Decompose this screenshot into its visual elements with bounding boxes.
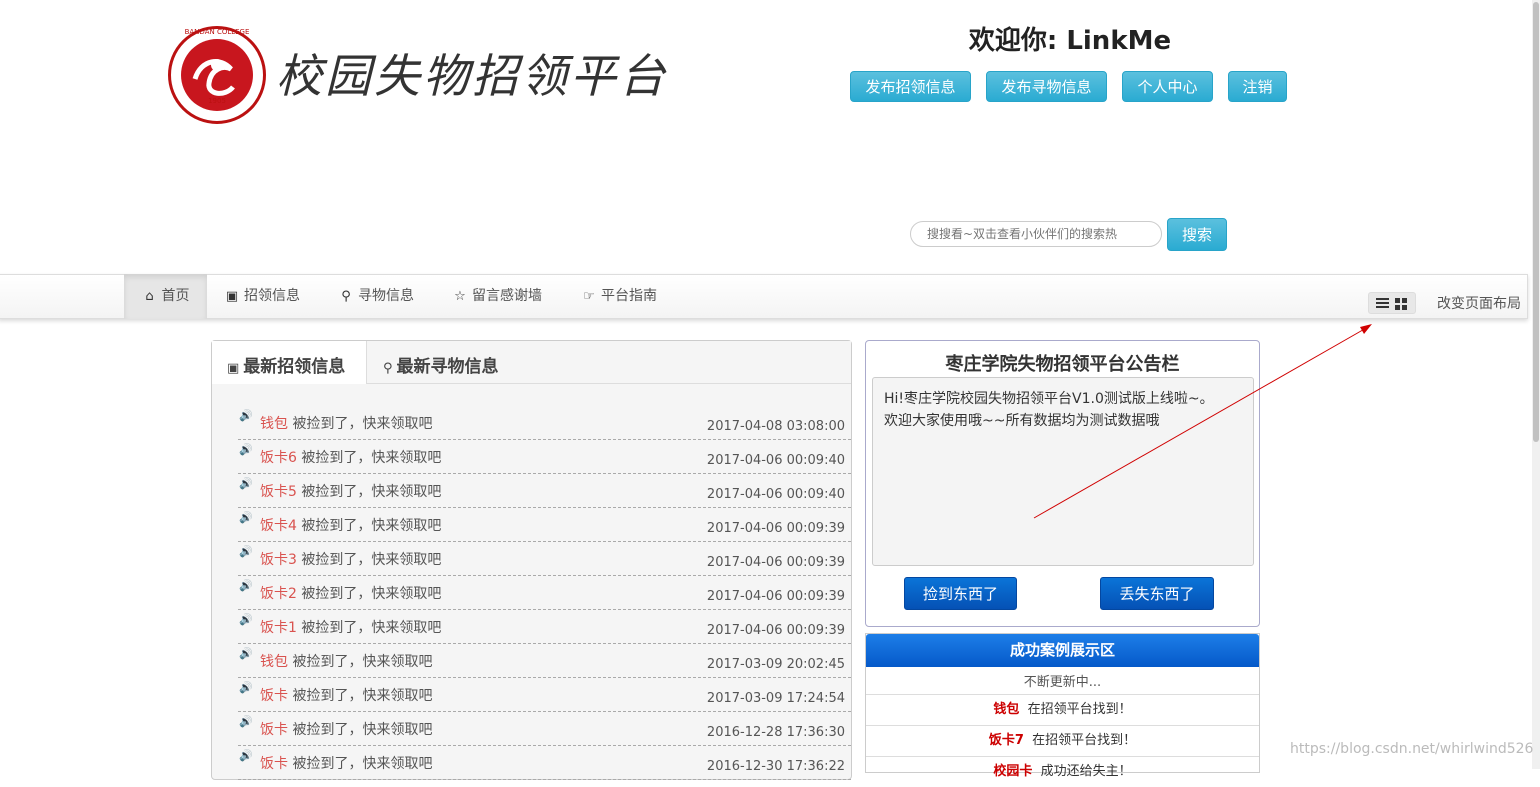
item-name-link[interactable]: 钱包 — [260, 416, 288, 432]
item-status-text: 被捡到了，快来领取吧 — [292, 654, 433, 670]
site-title: 校园失物招领平台 — [276, 49, 668, 103]
feed-row[interactable]: 🔊 饭卡2 被捡到了，快来领取吧 2017-04-06 00:09:39 — [238, 576, 851, 610]
case-item-name[interactable]: 校园卡 — [993, 764, 1032, 779]
item-status-text: 被捡到了，快来领取吧 — [292, 756, 433, 772]
item-time: 2017-04-06 00:09:39 — [706, 623, 845, 638]
item-status-text: 被捡到了，快来领取吧 — [301, 518, 442, 534]
nav-thanks-wall[interactable]: ☆ 留言感谢墙 — [452, 274, 542, 319]
item-name-link[interactable]: 饭卡 — [260, 722, 288, 738]
item-name-link[interactable]: 饭卡5 — [260, 484, 297, 500]
case-row: 钱包 在招领平台找到！ — [866, 694, 1259, 725]
item-time: 2016-12-30 17:36:22 — [706, 759, 845, 774]
item-name-link[interactable]: 饭卡4 — [260, 518, 297, 534]
nav-lost-info[interactable]: ⚲ 寻物信息 — [338, 274, 414, 319]
college-logo: BANDAN COLLEGE 1905 — [168, 26, 266, 124]
success-cases-subtitle: 不断更新中... — [1023, 675, 1102, 690]
item-name-link[interactable]: 饭卡1 — [260, 620, 297, 636]
item-status-text: 被捡到了，快来领取吧 — [301, 586, 442, 602]
tab-latest-lost[interactable]: ⚲ 最新寻物信息 — [383, 352, 499, 377]
case-item-name[interactable]: 钱包 — [993, 702, 1019, 717]
logo-year: 1905 — [208, 97, 226, 105]
item-time: 2017-04-06 00:09:40 — [706, 453, 845, 468]
item-status-text: 被捡到了，快来领取吧 — [301, 484, 442, 500]
welcome-text: 欢迎你: LinkMe — [968, 26, 1172, 56]
nav-guide[interactable]: ☞ 平台指南 — [581, 274, 657, 319]
speaker-icon: 🔊 — [239, 477, 253, 490]
case-item-text: 在招领平台找到！ — [1027, 702, 1132, 717]
case-item-text: 在招领平台找到！ — [1032, 733, 1137, 748]
nav-home[interactable]: ⌂ 首页 — [124, 274, 207, 319]
star-icon: ☆ — [454, 289, 466, 304]
speaker-icon: 🔊 — [239, 443, 253, 456]
annotation-arrow — [1033, 324, 1372, 519]
feed-row[interactable]: 🔊 钱包 被捡到了，快来领取吧 2017-03-09 20:02:45 — [238, 644, 851, 678]
feed-row[interactable]: 🔊 饭卡 被捡到了，快来领取吧 2016-12-30 17:36:22 — [238, 746, 851, 780]
post-found-button[interactable]: 发布招领信息 — [850, 71, 971, 102]
item-status-text: 被捡到了，快来领取吧 — [301, 552, 442, 568]
tab-latest-found-label[interactable]: ▣ 最新招领信息 — [227, 352, 345, 377]
item-time: 2017-03-09 17:24:54 — [706, 691, 845, 706]
item-time: 2016-12-28 17:36:30 — [706, 725, 845, 740]
hand-right-icon: ☞ — [583, 289, 595, 304]
feed-row[interactable]: 🔊 饭卡3 被捡到了，快来领取吧 2017-04-06 00:09:39 — [238, 542, 851, 576]
post-lost-button[interactable]: 发布寻物信息 — [986, 71, 1107, 102]
item-name-link[interactable]: 饭卡 — [260, 688, 288, 704]
speaker-icon: 🔊 — [239, 715, 253, 728]
item-name-link[interactable]: 饭卡2 — [260, 586, 297, 602]
item-time: 2017-04-06 00:09:39 — [706, 589, 845, 604]
lost-item-button[interactable]: 丢失东西了 — [1100, 577, 1214, 610]
case-row: 饭卡7 在招领平台找到！ — [866, 725, 1259, 756]
success-cases-title: 成功案例展示区 — [866, 634, 1259, 667]
case-item-text: 成功还给失主！ — [1040, 764, 1132, 779]
search-input[interactable] — [910, 221, 1162, 247]
logo-ring-text: BANDAN COLLEGE — [184, 28, 250, 36]
nav-found-info[interactable]: ▣ 招领信息 — [224, 274, 300, 319]
speaker-icon: 🔊 — [239, 579, 253, 592]
speaker-icon: 🔊 — [239, 647, 253, 660]
item-name-link[interactable]: 饭卡3 — [260, 552, 297, 568]
case-item-name[interactable]: 饭卡7 — [989, 733, 1024, 748]
item-time: 2017-04-08 03:08:00 — [706, 419, 845, 434]
zoom-icon: ⚲ — [383, 361, 393, 376]
feed-row[interactable]: 🔊 饭卡 被捡到了，快来领取吧 2016-12-28 17:36:30 — [238, 712, 851, 746]
speaker-icon: 🔊 — [239, 749, 253, 762]
item-time: 2017-04-06 00:09:39 — [706, 521, 845, 536]
speaker-icon: 🔊 — [239, 681, 253, 694]
scrollbar-thumb[interactable] — [1533, 2, 1539, 442]
zoom-icon: ⚲ — [341, 289, 351, 304]
home-icon: ⌂ — [145, 289, 154, 304]
item-status-text: 被捡到了，快来领取吧 — [301, 620, 442, 636]
item-status-text: 被捡到了，快来领取吧 — [292, 722, 433, 738]
list-grid-icon — [1376, 298, 1407, 310]
item-name-link[interactable]: 饭卡 — [260, 756, 288, 772]
speaker-icon: 🔊 — [239, 545, 253, 558]
speaker-icon: 🔊 — [239, 613, 253, 626]
feed-row[interactable]: 🔊 饭卡4 被捡到了，快来领取吧 2017-04-06 00:09:39 — [238, 508, 851, 542]
item-status-text: 被捡到了，快来领取吧 — [292, 688, 433, 704]
feed-row[interactable]: 🔊 饭卡1 被捡到了，快来领取吧 2017-04-06 00:09:39 — [238, 610, 851, 644]
speaker-icon: 🔊 — [239, 511, 253, 524]
picture-icon: ▣ — [225, 289, 239, 304]
item-name-link[interactable]: 钱包 — [260, 654, 288, 670]
feed-row[interactable]: 🔊 钱包 被捡到了，快来领取吧 2017-04-08 03:08:00 — [238, 406, 851, 440]
logout-button[interactable]: 注销 — [1228, 71, 1287, 102]
profile-button[interactable]: 个人中心 — [1122, 71, 1213, 102]
item-status-text: 被捡到了，快来领取吧 — [301, 450, 442, 466]
speaker-icon: 🔊 — [239, 409, 253, 422]
layout-toggle[interactable] — [1368, 292, 1416, 314]
feed-row[interactable]: 🔊 饭卡 被捡到了，快来领取吧 2017-03-09 17:24:54 — [238, 678, 851, 712]
picture-icon: ▣ — [227, 361, 240, 376]
found-item-button[interactable]: 捡到东西了 — [904, 577, 1017, 610]
layout-label: 改变页面布局 — [1437, 296, 1521, 312]
watermark: https://blog.csdn.net/whirlwind526 — [1290, 741, 1534, 757]
search-button[interactable]: 搜索 — [1167, 218, 1227, 251]
feed-row[interactable]: 🔊 饭卡5 被捡到了，快来领取吧 2017-04-06 00:09:40 — [238, 474, 851, 508]
item-time: 2017-03-09 20:02:45 — [706, 657, 845, 672]
feed-row[interactable]: 🔊 饭卡6 被捡到了，快来领取吧 2017-04-06 00:09:40 — [238, 440, 851, 474]
item-time: 2017-04-06 00:09:39 — [706, 555, 845, 570]
case-row: 校园卡 成功还给失主！ — [866, 756, 1259, 787]
item-name-link[interactable]: 饭卡6 — [260, 450, 297, 466]
item-time: 2017-04-06 00:09:40 — [706, 487, 845, 502]
item-status-text: 被捡到了，快来领取吧 — [292, 416, 433, 432]
